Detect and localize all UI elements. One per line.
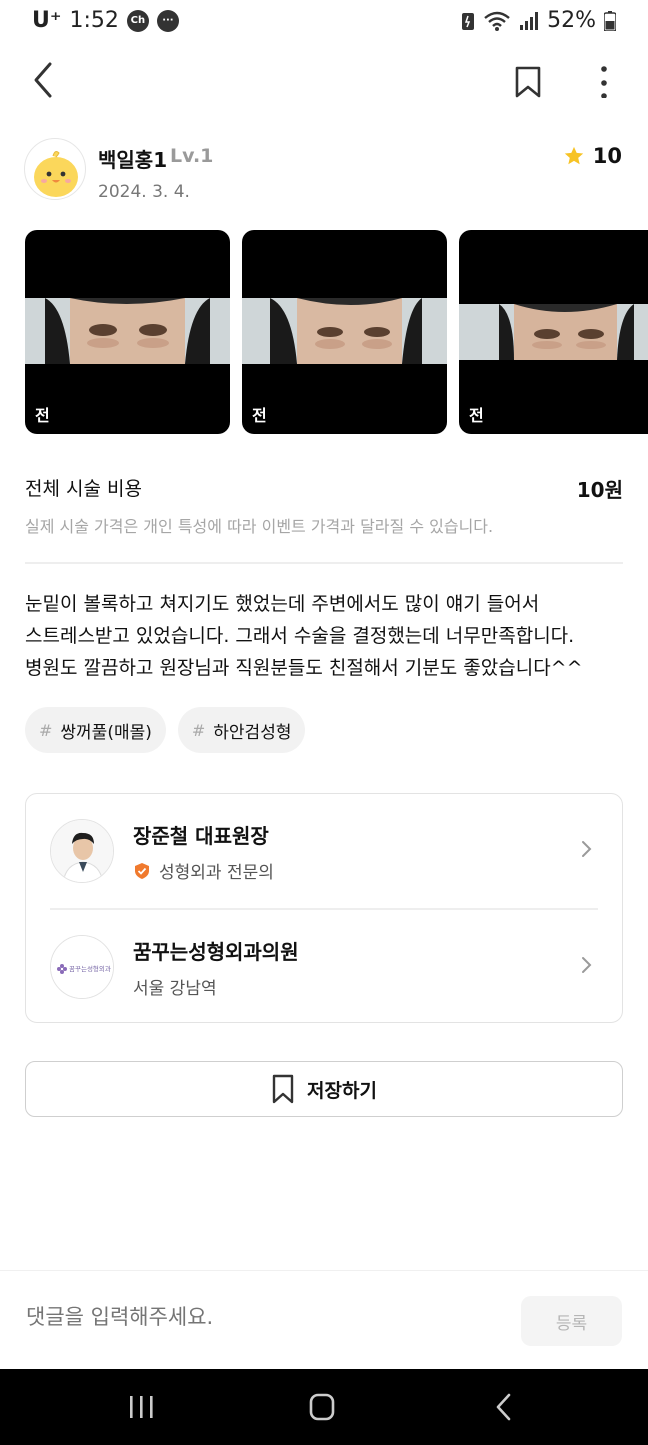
photo-label: 전 bbox=[35, 406, 50, 425]
clinic-row[interactable]: 꿈꾸는성형외과 꿈꾸는성형외과의원 서울 강남역 bbox=[26, 910, 622, 1024]
bookmark-icon bbox=[515, 66, 541, 98]
status-bar: U⁺ 1:52 Ch ··· 52% bbox=[0, 0, 648, 46]
author-level: Lv.1 bbox=[170, 145, 214, 167]
review-photo[interactable]: 전 bbox=[459, 230, 648, 434]
more-vert-icon bbox=[601, 66, 607, 99]
review-line: 눈밑이 볼록하고 쳐지기도 했었는데 주변에서도 많이 얘기 들어서 bbox=[25, 593, 540, 615]
home-button[interactable] bbox=[302, 1391, 342, 1423]
clinic-logo-text: 꿈꾸는성형외과 bbox=[69, 964, 111, 973]
before-photo-image bbox=[459, 304, 648, 360]
clinic-name: 꿈꾸는성형외과의원 bbox=[133, 940, 299, 964]
chat-notification-icon: ··· bbox=[156, 9, 179, 32]
review-rating: 10 bbox=[563, 144, 622, 168]
cost-value: 10원 bbox=[576, 478, 623, 502]
avatar[interactable] bbox=[24, 138, 86, 200]
doctor-name: 장준철 대표원장 bbox=[133, 824, 269, 848]
nav-back-button[interactable] bbox=[484, 1391, 524, 1423]
before-photo-image bbox=[25, 298, 230, 364]
location-label: 서울 강남역 bbox=[133, 979, 217, 999]
wifi-icon bbox=[484, 11, 510, 31]
signal-icon bbox=[520, 11, 539, 30]
review-date: 2024. 3. 4. bbox=[98, 182, 190, 202]
clinic-logo-image: 꿈꾸는성형외과 bbox=[51, 936, 113, 998]
rating-value: 10 bbox=[592, 144, 622, 168]
chick-avatar-icon bbox=[34, 151, 78, 197]
section-divider bbox=[25, 562, 623, 564]
save-label: 저장하기 bbox=[307, 1079, 377, 1102]
save-button[interactable]: 저장하기 bbox=[25, 1061, 623, 1117]
carrier-label: U⁺ bbox=[32, 8, 62, 33]
comment-input[interactable] bbox=[26, 1305, 496, 1329]
cost-label: 전체 시술 비용 bbox=[25, 478, 142, 500]
tag-label: 하안검성형 bbox=[213, 722, 292, 743]
bookmark-icon bbox=[272, 1074, 294, 1104]
tag-chip[interactable]: # 하안검성형 bbox=[177, 707, 306, 753]
recent-apps-icon bbox=[130, 1396, 153, 1418]
hash-icon: # bbox=[191, 720, 206, 740]
star-icon bbox=[564, 146, 583, 165]
back-button[interactable] bbox=[26, 56, 66, 100]
review-photo[interactable]: 전 bbox=[242, 230, 447, 434]
battery-icon bbox=[604, 10, 616, 31]
photo-label: 전 bbox=[252, 406, 267, 425]
nav-back-icon bbox=[496, 1393, 511, 1421]
home-icon bbox=[309, 1393, 335, 1421]
photo-label: 전 bbox=[469, 406, 484, 425]
before-photo-image bbox=[242, 298, 447, 364]
review-photo[interactable]: 전 bbox=[25, 230, 230, 434]
comment-bar: 등록 bbox=[0, 1270, 648, 1368]
recent-apps-button[interactable] bbox=[121, 1391, 161, 1423]
top-app-bar bbox=[0, 52, 648, 104]
photo-carousel[interactable]: 전 전 전 bbox=[0, 230, 648, 436]
battery-percent: 52% bbox=[547, 8, 596, 33]
clinic-location: 서울 강남역 bbox=[133, 974, 217, 999]
review-line: 스트레스받고 있었습니다. 그래서 수술을 결정했는데 너무만족합니다. bbox=[25, 625, 575, 647]
author-name[interactable]: 백일홍1 bbox=[98, 144, 167, 173]
tag-label: 쌍꺼풀(매몰) bbox=[60, 722, 152, 743]
specialty-label: 성형외과 전문의 bbox=[159, 863, 274, 883]
review-author: 백일홍1 Lv.1 2024. 3. 4. 10 bbox=[24, 138, 624, 208]
doctor-row[interactable]: 장준철 대표원장 성형외과 전문의 bbox=[26, 794, 622, 908]
review-text: 눈밑이 볼록하고 쳐지기도 했었는데 주변에서도 많이 얘기 들어서 스트레스받… bbox=[25, 588, 625, 684]
battery-saver-icon bbox=[462, 12, 475, 30]
tag-list: # 쌍꺼풀(매몰) # 하안검성형 bbox=[25, 707, 306, 753]
doctor-clinic-card: 장준철 대표원장 성형외과 전문의 꿈꾸는성형외과 꿈꾸는성형외과의원 서울 강… bbox=[25, 793, 623, 1023]
clinic-logo: 꿈꾸는성형외과 bbox=[50, 935, 114, 999]
channel-notification-icon: Ch bbox=[126, 9, 149, 32]
verified-badge-icon bbox=[135, 862, 149, 879]
review-line: 병원도 깔끔하고 원장님과 직원분들도 친절해서 기분도 좋았습니다^^ bbox=[25, 657, 583, 679]
procedure-cost: 전체 시술 비용 10원 실제 시술 가격은 개인 특성에 따라 이벤트 가격과… bbox=[25, 474, 623, 537]
submit-comment-button[interactable]: 등록 bbox=[521, 1296, 622, 1346]
cost-note: 실제 시술 가격은 개인 특성에 따라 이벤트 가격과 달라질 수 있습니다. bbox=[25, 517, 494, 536]
hash-icon: # bbox=[39, 720, 53, 740]
back-arrow-icon bbox=[34, 62, 52, 98]
system-navigation-bar bbox=[0, 1369, 648, 1445]
bookmark-button[interactable] bbox=[510, 58, 546, 98]
chevron-right-icon bbox=[582, 841, 592, 857]
doctor-avatar bbox=[50, 819, 114, 883]
clock: 1:52 bbox=[69, 8, 119, 33]
doctor-photo-image bbox=[51, 820, 113, 882]
tag-chip[interactable]: # 쌍꺼풀(매몰) bbox=[25, 707, 166, 753]
chevron-right-icon bbox=[582, 957, 592, 973]
doctor-specialty: 성형외과 전문의 bbox=[133, 858, 274, 883]
more-options-button[interactable] bbox=[590, 58, 618, 99]
